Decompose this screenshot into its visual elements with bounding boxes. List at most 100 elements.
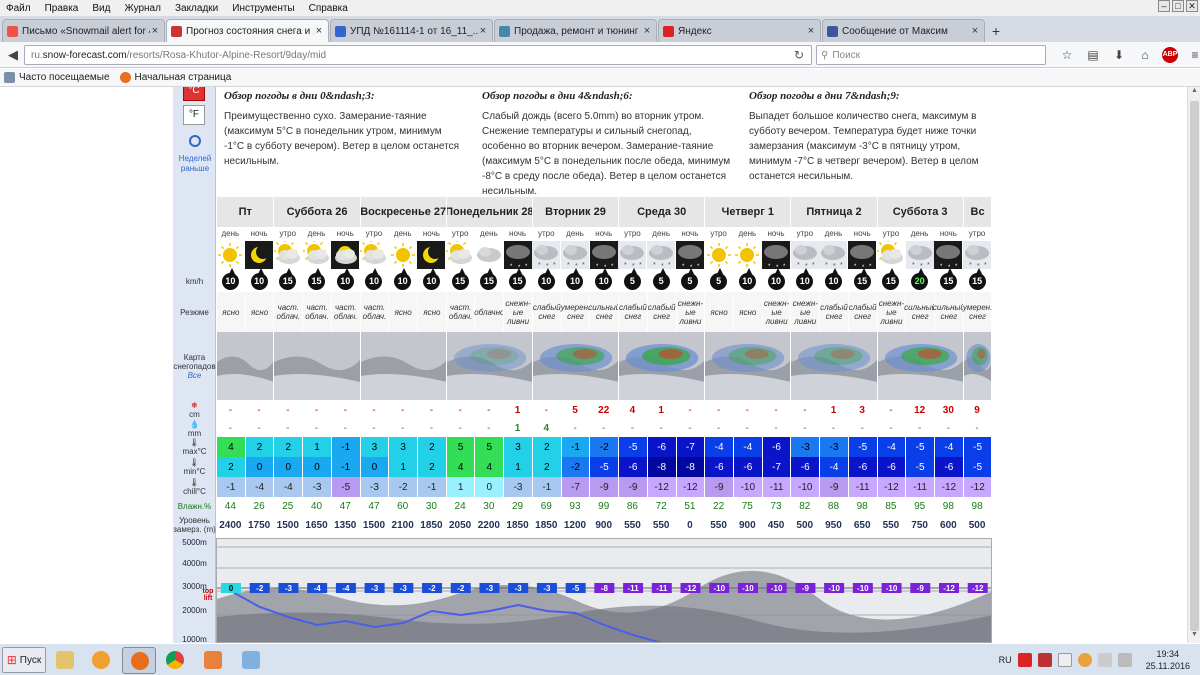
- wind-chill: -11: [905, 477, 934, 497]
- weather-snow-icon: * * *: [819, 240, 848, 270]
- network-icon[interactable]: [1097, 653, 1112, 667]
- menu-item[interactable]: Журнал: [122, 3, 163, 14]
- scroll-thumb[interactable]: [1190, 101, 1199, 631]
- wind-arrow-icon: 15: [853, 267, 871, 290]
- rain-mm: 1: [514, 423, 521, 434]
- menu-item[interactable]: Файл: [4, 3, 33, 14]
- clock[interactable]: 19:34 25.11.2016: [1146, 648, 1190, 672]
- url-bar[interactable]: ru. snow-forecast.com/resorts/Rosa-Khutor…: [24, 45, 812, 65]
- browser-tab[interactable]: Письмо «Snowmail alert for 4... ×: [2, 19, 165, 42]
- snow-map-thumbnail[interactable]: [618, 332, 705, 400]
- close-tab-icon[interactable]: ×: [150, 25, 160, 37]
- browser-tab[interactable]: Продажа, ремонт и тюнинг ... ×: [494, 19, 657, 42]
- search-placeholder: Поиск: [832, 49, 861, 61]
- bookmark-start-page[interactable]: Начальная страница: [119, 72, 231, 83]
- taskbar-firefox[interactable]: [122, 647, 156, 674]
- maximize-button[interactable]: □: [1172, 0, 1184, 12]
- snow-map-thumbnail[interactable]: [790, 332, 877, 400]
- snow-map-thumbnail[interactable]: [445, 332, 532, 400]
- vertical-scrollbar[interactable]: ▲ ▼: [1187, 87, 1200, 643]
- wind-cell: 10: [388, 267, 417, 292]
- scroll-down-icon[interactable]: ▼: [1188, 631, 1200, 643]
- svg-text:*: *: [969, 262, 972, 269]
- flag-icon[interactable]: [1057, 653, 1072, 667]
- max-temp: 1: [302, 437, 331, 457]
- wind-cell: 5: [676, 267, 705, 292]
- home-icon[interactable]: ⌂: [1136, 45, 1154, 65]
- clock-time: 19:34: [1156, 649, 1180, 659]
- wind-arrow-icon: 10: [537, 267, 555, 290]
- menu-item[interactable]: Инструменты: [230, 3, 296, 14]
- new-tab-icon[interactable]: +: [986, 20, 1006, 42]
- close-tab-icon[interactable]: ×: [478, 25, 488, 37]
- bookmark-star-icon[interactable]: ☆: [1058, 45, 1076, 65]
- language-indicator[interactable]: RU: [999, 655, 1012, 665]
- browser-tab[interactable]: Сообщение от Максим ×: [822, 19, 985, 42]
- reading-list-icon[interactable]: ▤: [1084, 45, 1102, 65]
- wind-cell: 5: [704, 267, 733, 292]
- menu-item[interactable]: Закладки: [173, 3, 220, 14]
- browser-tab[interactable]: Яндекс ×: [658, 19, 821, 42]
- page-viewport: ▲ ▼ °C °F Неделей раньше Обзор погоды в …: [0, 87, 1200, 643]
- url-host: snow-forecast.com: [42, 49, 127, 61]
- menu-item[interactable]: Вид: [90, 3, 112, 14]
- close-tab-icon[interactable]: ×: [314, 25, 324, 37]
- freezing-level-row-label: Уровень замерз. (m): [173, 515, 216, 535]
- close-tab-icon[interactable]: ×: [642, 25, 652, 37]
- snow-map-thumbnail[interactable]: [876, 332, 963, 400]
- time-of-day: день: [388, 227, 418, 240]
- taskbar-media-player[interactable]: [84, 647, 118, 674]
- time-of-day: день: [732, 227, 762, 240]
- volume-icon[interactable]: [1117, 653, 1132, 667]
- snow-map-thumbnail[interactable]: [704, 332, 791, 400]
- tray-app-icon[interactable]: [1037, 653, 1052, 667]
- menu-icon[interactable]: ≡: [1186, 45, 1200, 65]
- close-tab-icon[interactable]: ×: [970, 25, 980, 37]
- folder-icon: [56, 651, 74, 669]
- snow-map-thumbnail[interactable]: [531, 332, 619, 400]
- menu-item[interactable]: Правка: [43, 3, 81, 14]
- close-button[interactable]: ✕: [1186, 0, 1198, 12]
- wind-row-label: km/h: [173, 270, 216, 292]
- snow-map-thumbnail[interactable]: [216, 332, 274, 400]
- max-temp: -3: [819, 437, 848, 457]
- snow-map-thumbnail[interactable]: [359, 332, 446, 400]
- scroll-up-icon[interactable]: ▲: [1188, 87, 1200, 99]
- previous-week-link[interactable]: Неделей раньше: [175, 135, 215, 174]
- tray-app-icon[interactable]: [1077, 653, 1092, 667]
- start-button[interactable]: ⊞ Пуск: [2, 647, 46, 673]
- tray-app-icon[interactable]: [1017, 653, 1032, 667]
- wind-arrow-icon: 10: [595, 267, 613, 290]
- temperature-badge-label: 0: [229, 584, 234, 593]
- day-header: Воскресенье 27: [359, 197, 446, 227]
- taskbar-chrome[interactable]: [158, 647, 192, 674]
- taskbar-pdf[interactable]: [196, 647, 230, 674]
- browser-tab[interactable]: Прогноз состояния снега и ... ×: [166, 19, 329, 42]
- freezing-level: 750: [911, 519, 928, 531]
- snow-map-thumbnail[interactable]: [962, 332, 992, 400]
- time-of-day: ночь: [503, 227, 532, 240]
- minimize-button[interactable]: –: [1158, 0, 1170, 12]
- menu-item[interactable]: Справка: [307, 3, 350, 14]
- search-input[interactable]: ⚲ Поиск: [816, 45, 1046, 65]
- fahrenheit-button[interactable]: °F: [183, 105, 205, 125]
- snow-map-thumbnail[interactable]: [273, 332, 360, 400]
- weather-snow-night-icon: ***: [589, 240, 618, 270]
- bookmark-most-visited[interactable]: Часто посещаемые: [4, 72, 110, 83]
- close-tab-icon[interactable]: ×: [806, 25, 816, 37]
- taskbar-explorer[interactable]: [48, 647, 82, 674]
- adblock-icon[interactable]: ABP: [1162, 47, 1178, 63]
- wind-cell: 15: [302, 267, 331, 292]
- back-icon[interactable]: ◀: [2, 44, 24, 66]
- rain-mm: -: [487, 423, 491, 434]
- wind-chill: -12: [876, 477, 906, 497]
- snow-cm: 1: [514, 404, 521, 416]
- taskbar-paint[interactable]: [234, 647, 268, 674]
- reload-icon[interactable]: ↻: [790, 46, 808, 64]
- weather-summary: част. облач.: [359, 292, 389, 332]
- browser-tab[interactable]: УПД №161114-1 от 16_11_... ×: [330, 19, 493, 42]
- row-label-text: Влажн.%: [177, 501, 212, 511]
- celsius-button[interactable]: °C: [183, 87, 205, 101]
- weather-summary: ясно: [216, 292, 245, 332]
- download-icon[interactable]: ⬇: [1110, 45, 1128, 65]
